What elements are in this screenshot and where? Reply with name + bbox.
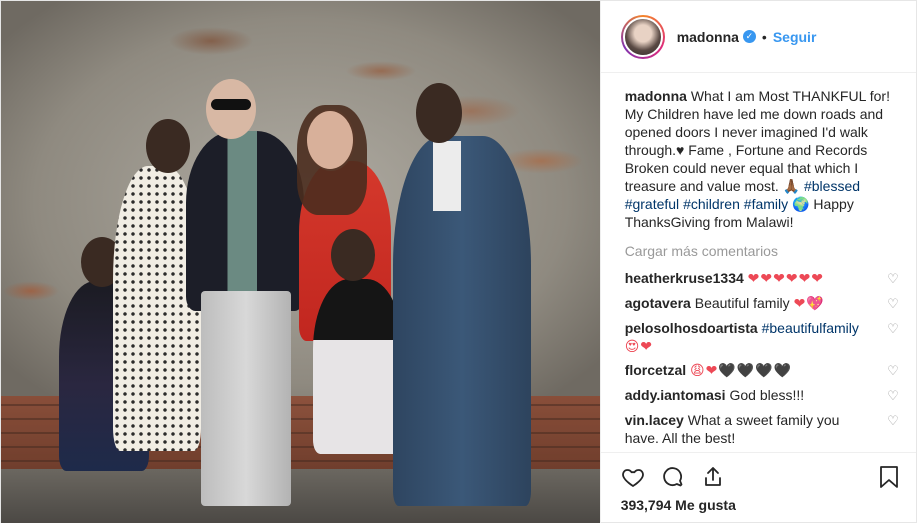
comment: florcetzal 😩❤🖤🖤🖤🖤 ♡ (625, 361, 900, 380)
comment: vin.lacey What a sweet family you have. … (625, 411, 900, 447)
instagram-post: madonna ✓ • Seguir madonna What I am Mos… (0, 0, 917, 523)
bookmark-icon[interactable] (878, 465, 900, 489)
separator-dot: • (761, 28, 767, 45)
comment: addy.iantomasi God bless!!! ♡ (625, 386, 900, 405)
comment-username[interactable]: agotavera (625, 295, 691, 311)
comment-like-heart-icon[interactable]: ♡ (886, 412, 900, 430)
person-figure (186, 131, 304, 311)
hashtag-grateful[interactable]: #grateful (625, 196, 679, 212)
comment: agotavera Beautiful family ❤💖 ♡ (625, 294, 900, 313)
comment-emoji: ❤💖 (793, 295, 825, 311)
comment-username[interactable]: addy.iantomasi (625, 387, 726, 403)
post-photo[interactable] (1, 1, 600, 523)
caption-username[interactable]: madonna (625, 88, 687, 104)
person-head (307, 111, 353, 169)
action-bar (621, 461, 900, 493)
post-header: madonna ✓ • Seguir (600, 1, 916, 73)
comment-hashtag[interactable]: #beautifulfamily (762, 320, 859, 336)
hashtag-children[interactable]: #children (683, 196, 740, 212)
verified-badge-icon: ✓ (742, 30, 756, 43)
comment-text: Beautiful family (694, 295, 790, 311)
comment-like-heart-icon[interactable]: ♡ (886, 295, 900, 313)
comment-username[interactable]: vin.lacey (625, 412, 684, 428)
person-figure (313, 279, 403, 454)
comment: pelosolhosdoartista #beautifulfamily 😍❤ … (625, 319, 900, 355)
like-count[interactable]: 393,794 Me gusta (621, 497, 900, 513)
post-side-panel: madonna ✓ • Seguir madonna What I am Mos… (599, 1, 916, 523)
hashtag-blessed[interactable]: #blessed (804, 178, 860, 194)
comment-emoji: ❤❤❤❤❤❤ (747, 270, 825, 286)
comment: heatherkruse1334 ❤❤❤❤❤❤ ♡ (625, 269, 900, 288)
comment-username[interactable]: pelosolhosdoartista (625, 320, 758, 336)
post-footer: 393,794 Me gusta (600, 452, 916, 523)
comment-text: God bless!!! (729, 387, 805, 403)
header-username[interactable]: madonna (677, 29, 739, 45)
comment-username[interactable]: florcetzal (625, 362, 686, 378)
comment-username[interactable]: heatherkruse1334 (625, 270, 744, 286)
load-more-comments[interactable]: Cargar más comentarios (625, 243, 900, 259)
person-head (416, 83, 462, 143)
person-figure (201, 291, 291, 506)
avatar[interactable] (622, 16, 663, 57)
person-head (146, 119, 190, 173)
hashtag-family[interactable]: #family (744, 196, 788, 212)
person-head (331, 229, 375, 281)
comment-like-heart-icon[interactable]: ♡ (886, 320, 900, 338)
heart-outline-icon[interactable] (621, 465, 645, 489)
comment-emoji: 😍❤ (624, 338, 654, 354)
person-figure (393, 136, 531, 506)
share-icon[interactable] (701, 465, 725, 489)
story-ring[interactable] (620, 14, 665, 59)
comment-like-heart-icon[interactable]: ♡ (886, 362, 900, 380)
post-caption: madonna What I am Most THANKFUL for! My … (625, 87, 900, 231)
comment-bubble-icon[interactable] (661, 465, 685, 489)
follow-button[interactable]: Seguir (773, 29, 817, 45)
comment-like-heart-icon[interactable]: ♡ (886, 270, 900, 288)
comments-section: madonna What I am Most THANKFUL for! My … (601, 73, 916, 452)
white-shirt (433, 141, 461, 211)
sunglasses (211, 99, 251, 110)
comment-emoji: 😩❤🖤🖤🖤🖤 (690, 362, 793, 378)
comment-like-heart-icon[interactable]: ♡ (886, 387, 900, 405)
